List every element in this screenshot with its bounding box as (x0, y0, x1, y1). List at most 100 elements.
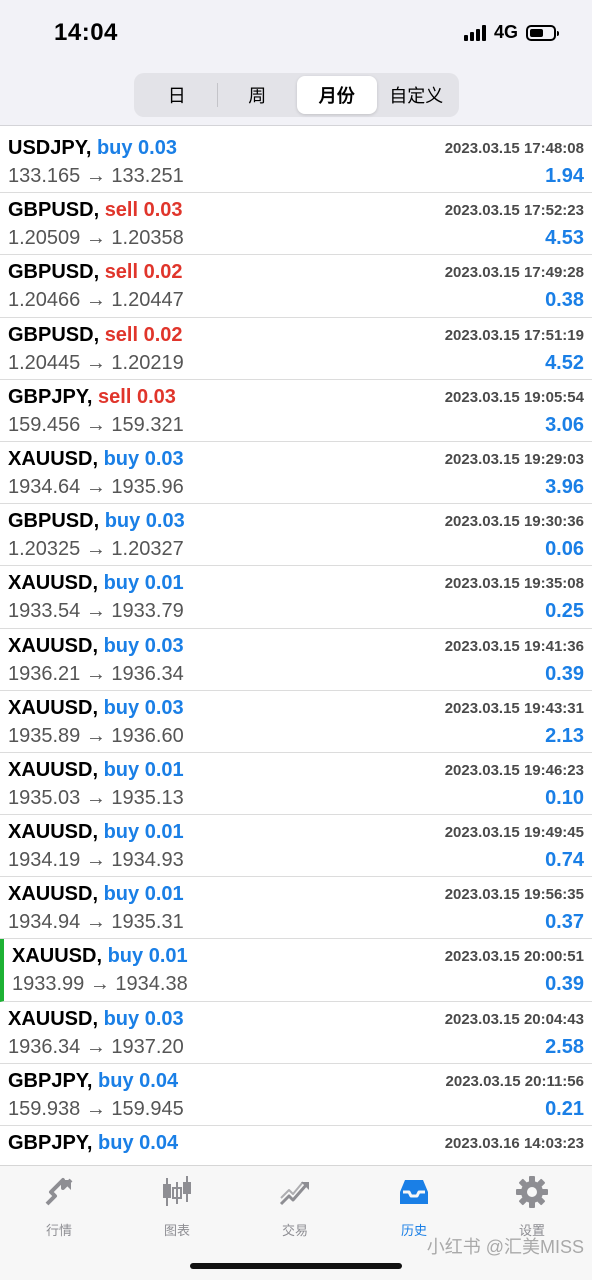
trade-symbol: USDJPY, (8, 137, 92, 159)
trade-symbol-line: XAUUSD, buy 0.01 (8, 572, 184, 595)
trade-row[interactable]: GBPJPY, sell 0.03 2023.03.15 19:05:54 159.… (0, 380, 592, 442)
trade-symbol-line: XAUUSD, buy 0.03 (8, 635, 184, 658)
trade-symbol: XAUUSD, (8, 696, 99, 719)
trade-profit: 0.38 (545, 289, 584, 312)
segment-custom[interactable]: 自定义 (377, 76, 457, 114)
trade-symbol: XAUUSD, (8, 758, 99, 781)
trade-profit: 0.21 (545, 1097, 584, 1120)
trade-row[interactable]: GBPJPY, buy 0.04 2023.03.16 14:03:23 (0, 1126, 592, 1165)
trade-profit: 0.37 (545, 911, 584, 934)
trade-row[interactable]: GBPJPY, buy 0.04 2023.03.15 20:11:56 159.9… (0, 1064, 592, 1126)
trade-history-list[interactable]: USDJPY, buy 0.03 2023.03.15 17:48:08 133.1… (0, 131, 592, 1165)
trade-row[interactable]: XAUUSD, buy 0.01 2023.03.15 20:00:51 1933.… (0, 939, 592, 1002)
trade-row[interactable]: XAUUSD, buy 0.03 2023.03.15 20:04:43 1936.… (0, 1002, 592, 1064)
trade-row[interactable]: XAUUSD, buy 0.03 2023.03.15 19:29:03 1934.… (0, 442, 592, 505)
quotes-arrow-icon (45, 1178, 73, 1206)
trade-profit: 2.13 (545, 724, 584, 747)
trade-row[interactable]: GBPUSD, buy 0.03 2023.03.15 19:30:36 1.203… (0, 504, 592, 567)
trade-prices: 1.20466 → 1.20447 (8, 289, 184, 312)
trade-row[interactable]: XAUUSD, buy 0.01 2023.03.15 19:35:08 1933.… (0, 566, 592, 629)
trade-prices: 133.165 → 133.251 (8, 165, 184, 187)
trade-symbol-line: GBPJPY, buy 0.04 (8, 1070, 178, 1093)
trade-action: buy 0.01 (103, 821, 184, 844)
trade-prices: 1933.99 → 1934.38 (12, 973, 188, 996)
trade-prices: 1934.94 → 1935.31 (8, 911, 184, 934)
trade-action: sell 0.03 (98, 385, 176, 408)
trade-prices: 159.456 → 159.321 (8, 413, 184, 436)
trade-symbol: GBPUSD, (8, 261, 100, 284)
trade-row[interactable]: USDJPY, buy 0.03 2023.03.15 17:48:08 133.1… (0, 131, 592, 194)
trade-action: buy 0.01 (103, 883, 184, 906)
tab-history-label: 历史 (400, 1223, 427, 1238)
trade-prices: 1935.89 → 1936.60 (8, 724, 184, 747)
trade-action: buy 0.04 (98, 1069, 179, 1092)
trade-action: buy 0.03 (103, 1007, 184, 1030)
trade-action: buy 0.01 (107, 945, 188, 968)
trade-row[interactable]: GBPUSD, sell 0.03 2023.03.15 17:52:23 1.20… (0, 193, 592, 256)
tab-history[interactable]: 历史 (369, 1174, 459, 1239)
trade-symbol: GBPJPY, (8, 1132, 93, 1154)
trade-symbol: GBPUSD, (8, 323, 100, 346)
trade-action: buy 0.03 (103, 634, 184, 657)
trade-symbol-line: GBPUSD, buy 0.03 (8, 510, 185, 533)
trade-action: sell 0.02 (104, 261, 183, 284)
trade-prices: 1936.21 → 1936.34 (8, 662, 184, 685)
trade-time: 2023.03.15 17:52:23 (444, 202, 584, 220)
trade-prices: 1.20445 → 1.20219 (8, 351, 184, 374)
trade-row[interactable]: XAUUSD, buy 0.03 2023.03.15 19:43:31 1935.… (0, 691, 592, 753)
status-indicators: 4G (463, 22, 559, 43)
trade-symbol-line: GBPUSD, sell 0.02 (8, 261, 183, 284)
tab-charts[interactable]: 图表 (132, 1174, 222, 1239)
trade-action: buy 0.03 (96, 137, 177, 159)
trade-time: 2023.03.15 19:56:35 (444, 886, 584, 904)
tab-quotes[interactable]: 行情 (14, 1174, 104, 1239)
trade-symbol-line: GBPJPY, sell 0.03 (8, 386, 176, 409)
tab-trade[interactable]: 交易 (250, 1174, 340, 1239)
home-indicator[interactable] (190, 1263, 402, 1269)
trade-profit: 4.52 (545, 351, 584, 374)
trade-time: 2023.03.15 19:41:36 (444, 637, 584, 655)
trade-row[interactable]: XAUUSD, buy 0.03 2023.03.15 19:41:36 1936.… (0, 629, 592, 691)
trade-profit: 3.06 (545, 413, 584, 436)
segment-month[interactable]: 月份 (297, 76, 377, 114)
trade-time: 2023.03.15 19:46:23 (444, 761, 584, 779)
trade-symbol-line: GBPUSD, sell 0.03 (8, 199, 183, 222)
trade-profit: 0.39 (545, 973, 584, 996)
trade-prices: 1.20325 → 1.20327 (8, 538, 184, 561)
trade-symbol: GBPUSD, (8, 199, 100, 222)
segment-day[interactable]: 日 (137, 76, 217, 114)
trade-row[interactable]: XAUUSD, buy 0.01 2023.03.15 19:56:35 1934.… (0, 877, 592, 940)
trade-row[interactable]: GBPUSD, sell 0.02 2023.03.15 17:51:19 1.20… (0, 318, 592, 380)
trade-profit: 0.06 (545, 538, 584, 561)
period-segmented-control: 日 周 月份 自定义 (134, 73, 459, 117)
trade-time: 2023.03.15 17:51:19 (444, 326, 584, 344)
trade-symbol-line: XAUUSD, buy 0.01 (8, 821, 184, 844)
tab-settings[interactable]: 设置 (487, 1174, 577, 1239)
trade-prices: 1934.19 → 1934.93 (8, 849, 184, 872)
trade-action: buy 0.03 (104, 510, 185, 533)
trade-symbol-line: XAUUSD, buy 0.03 (8, 1008, 184, 1031)
trade-time: 2023.03.15 20:04:43 (444, 1010, 584, 1028)
history-inbox-icon (400, 1180, 428, 1204)
trade-symbol: GBPJPY, (8, 385, 93, 408)
trade-prices: 1933.54 → 1933.79 (8, 600, 184, 623)
trade-symbol-line: XAUUSD, buy 0.03 (8, 448, 184, 471)
trade-profit: 0.10 (545, 786, 584, 809)
segment-week[interactable]: 周 (218, 76, 298, 114)
trade-profit: 0.74 (545, 849, 584, 872)
trade-time: 2023.03.15 17:48:08 (444, 140, 584, 157)
trade-symbol-line: GBPUSD, sell 0.02 (8, 324, 183, 347)
trade-row[interactable]: XAUUSD, buy 0.01 2023.03.15 19:49:45 1934.… (0, 815, 592, 878)
trade-time: 2023.03.16 14:03:23 (444, 1135, 584, 1152)
status-time: 14:04 (54, 19, 118, 46)
trade-profit: 3.96 (545, 475, 584, 498)
trade-row[interactable]: GBPUSD, sell 0.02 2023.03.15 17:49:28 1.20… (0, 255, 592, 318)
trade-row[interactable]: XAUUSD, buy 0.01 2023.03.15 19:46:23 1935.… (0, 753, 592, 816)
trade-time: 2023.03.15 19:49:45 (444, 824, 584, 842)
trade-action: buy 0.03 (103, 447, 184, 470)
trade-symbol-line: XAUUSD, buy 0.01 (12, 945, 188, 968)
candlestick-chart-icon (163, 1176, 191, 1206)
trade-action: buy 0.04 (98, 1132, 179, 1154)
trade-symbol: XAUUSD, (8, 821, 99, 844)
trade-symbol-line: XAUUSD, buy 0.01 (8, 883, 184, 906)
